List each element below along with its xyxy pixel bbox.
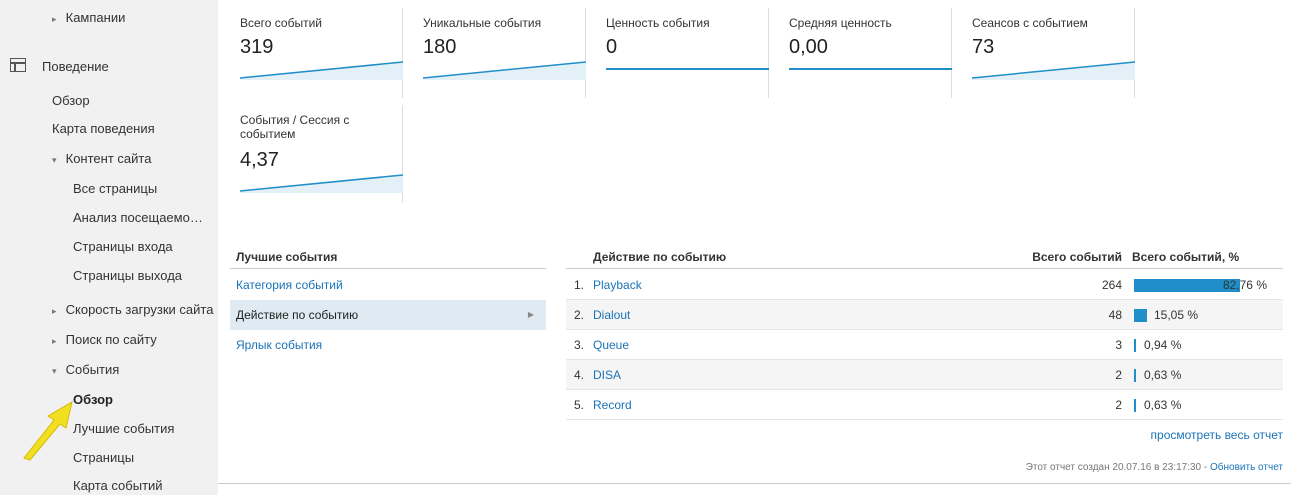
triangle-right-icon: ▸ xyxy=(52,336,57,346)
row-number: 1. xyxy=(574,278,585,292)
row-percent: 15,05 % xyxy=(1154,308,1199,322)
caret-right-icon: ▶ xyxy=(527,310,534,319)
report-created-note: Этот отчет создан 20.07.16 в 23:17:30 - … xyxy=(1025,462,1283,473)
divider xyxy=(218,483,1291,484)
row-action-link[interactable]: Dialout xyxy=(593,300,630,330)
triangle-right-icon: ▸ xyxy=(52,306,57,316)
sidebar-item-overview[interactable]: Обзор xyxy=(52,93,90,108)
table-row: 3. Queue 3 0,94 % xyxy=(566,330,1283,360)
row-action-link[interactable]: DISA xyxy=(593,360,621,390)
sparkline xyxy=(789,68,952,70)
table-row: 1. Playback 264 82,76 % xyxy=(566,270,1283,300)
row-total: 48 xyxy=(1108,308,1122,322)
sidebar-item-pages[interactable]: Страницы xyxy=(73,450,134,465)
row-action-link[interactable]: Playback xyxy=(593,270,642,300)
percent-bar xyxy=(1134,399,1136,412)
metric-label: Ценность события xyxy=(606,16,710,30)
row-total: 3 xyxy=(1115,338,1122,352)
sidebar-item-events-flow[interactable]: Карта событий xyxy=(73,478,163,493)
best-events-item-label[interactable]: Ярлык события xyxy=(230,330,546,360)
sparkline xyxy=(423,61,586,80)
sidebar-item-site-content[interactable]: ▾ Контент сайта xyxy=(52,151,151,166)
row-number: 2. xyxy=(574,308,585,322)
row-total: 264 xyxy=(1101,278,1122,292)
row-number: 3. xyxy=(574,338,585,352)
sidebar-item-site-speed[interactable]: ▸ Скорость загрузки сайта xyxy=(52,302,213,317)
metric-value: 73 xyxy=(972,36,995,58)
row-percent: 82,76 % xyxy=(1222,278,1267,292)
row-percent: 0,63 % xyxy=(1144,368,1182,382)
sidebar-item-site-search[interactable]: ▸ Поиск по сайту xyxy=(52,332,157,347)
metric-tile-event-value[interactable]: Ценность события 0 xyxy=(596,8,769,98)
sparkline xyxy=(972,61,1135,80)
row-total: 2 xyxy=(1115,368,1122,382)
metric-tile-sessions-with-event[interactable]: Сеансов с событием 73 xyxy=(962,8,1135,98)
refresh-report-link[interactable]: Обновить отчет xyxy=(1210,462,1283,473)
action-table-header: Действие по событию Всего событий Всего … xyxy=(566,247,1283,269)
sparkline xyxy=(606,68,769,70)
sidebar-item-behavior-flow[interactable]: Карта поведения xyxy=(52,121,155,136)
row-number: 4. xyxy=(574,368,585,382)
row-percent: 0,63 % xyxy=(1144,398,1182,412)
sparkline xyxy=(240,174,403,193)
metric-value: 0,00 xyxy=(789,36,828,58)
best-events-item-action[interactable]: Действие по событию ▶ xyxy=(230,300,546,330)
yellow-arrow-icon xyxy=(23,400,73,461)
metric-value: 180 xyxy=(423,36,457,58)
metric-value: 319 xyxy=(240,36,274,58)
sidebar-item-all-pages[interactable]: Все страницы xyxy=(73,181,157,196)
best-events-header: Лучшие события xyxy=(230,247,546,269)
table-row: 2. Dialout 48 15,05 % xyxy=(566,300,1283,330)
view-full-report-link[interactable]: просмотреть весь отчет xyxy=(1151,428,1283,442)
triangle-down-icon: ▾ xyxy=(52,155,57,165)
row-action-link[interactable]: Queue xyxy=(593,330,629,360)
row-number: 5. xyxy=(574,398,585,412)
row-percent: 0,94 % xyxy=(1144,338,1182,352)
metric-value: 0 xyxy=(606,36,618,58)
metric-label: Сеансов с событием xyxy=(972,16,1088,30)
sidebar-item-top-events[interactable]: Лучшие события xyxy=(73,421,174,436)
metric-tile-avg-value[interactable]: Средняя ценность 0,00 xyxy=(779,8,952,98)
triangle-right-icon: ▸ xyxy=(52,14,57,24)
sidebar-item-campaigns[interactable]: ▸ Кампании xyxy=(52,10,125,25)
metric-tile-total-events[interactable]: Всего событий 319 xyxy=(230,8,403,98)
metric-label: События / Сессия с событием xyxy=(240,113,350,141)
row-total: 2 xyxy=(1115,398,1122,412)
sidebar-item-events[interactable]: ▾ События xyxy=(52,362,119,377)
sparkline xyxy=(240,61,403,80)
metric-tile-unique-events[interactable]: Уникальные события 180 xyxy=(413,8,586,98)
sidebar-item-events-overview[interactable]: Обзор xyxy=(73,392,113,407)
row-action-link[interactable]: Record xyxy=(593,390,632,420)
best-events-item-category[interactable]: Категория событий xyxy=(230,270,546,300)
col-action-header: Действие по событию xyxy=(593,250,727,264)
sidebar-item-behavior[interactable]: Поведение xyxy=(42,59,109,74)
metric-label: Средняя ценность xyxy=(789,16,892,30)
metric-value: 4,37 xyxy=(240,149,279,171)
col-pct-header[interactable]: Всего событий, % xyxy=(1132,247,1239,267)
table-row: 5. Record 2 0,63 % xyxy=(566,390,1283,420)
metric-label: Уникальные события xyxy=(423,16,542,30)
sidebar-item-exit-pages[interactable]: Страницы выхода xyxy=(73,268,182,283)
col-total-header[interactable]: Всего событий xyxy=(1032,247,1122,267)
metric-tile-events-per-session[interactable]: События / Сессия с событием 4,37 xyxy=(230,105,403,203)
percent-bar xyxy=(1134,369,1136,382)
table-row: 4. DISA 2 0,63 % xyxy=(566,360,1283,390)
behavior-section-icon xyxy=(10,58,26,72)
percent-bar xyxy=(1134,339,1136,352)
percent-bar xyxy=(1134,309,1147,322)
metric-label: Всего событий xyxy=(240,16,323,30)
sidebar-item-content-drilldown[interactable]: Анализ посещаемо… xyxy=(73,210,203,225)
sidebar-item-landing-pages[interactable]: Страницы входа xyxy=(73,239,173,254)
triangle-down-icon: ▾ xyxy=(52,366,57,376)
